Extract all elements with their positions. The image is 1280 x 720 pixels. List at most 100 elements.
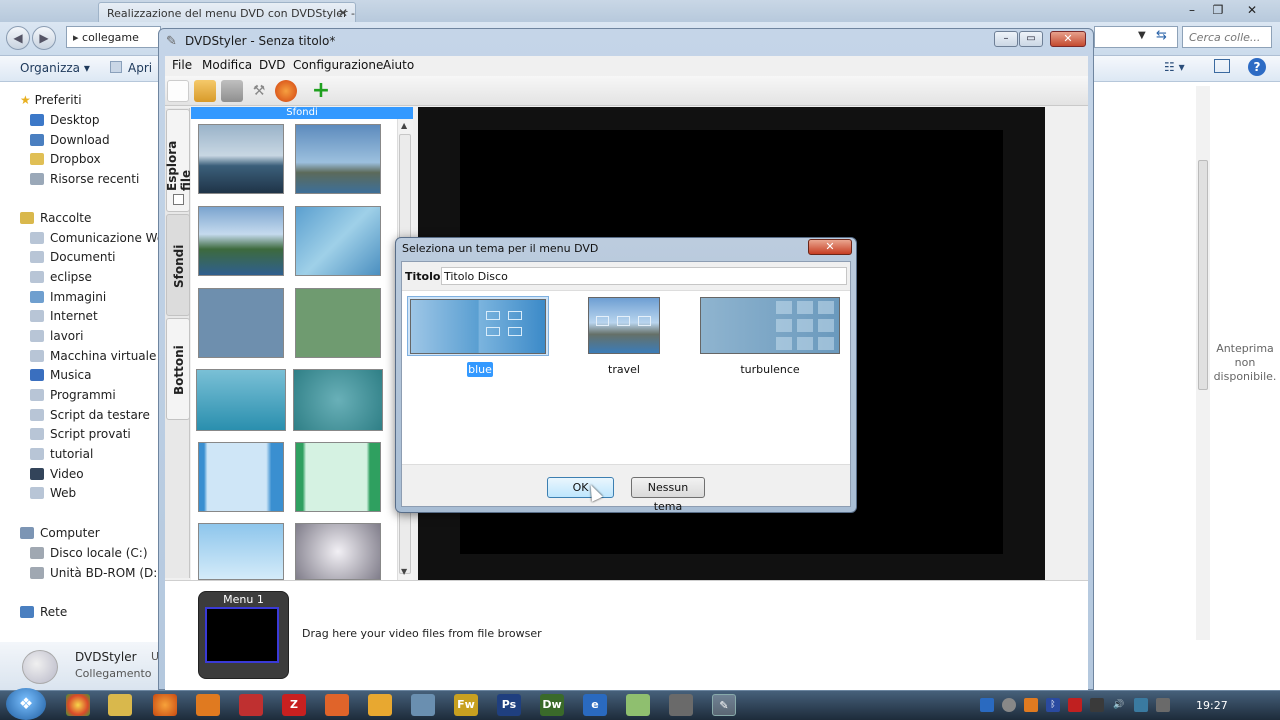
chevron-down-icon[interactable]: ▼ <box>1138 30 1146 41</box>
nav-item-library[interactable]: Script da testare <box>30 406 150 425</box>
background-thumbnail[interactable] <box>295 206 381 276</box>
nav-item-download[interactable]: Download <box>30 131 110 150</box>
nav-item-library[interactable]: Video <box>30 465 84 484</box>
title-input[interactable]: Titolo Disco <box>441 267 847 285</box>
search-input[interactable]: Cerca colle... <box>1182 26 1272 48</box>
add-icon[interactable]: + <box>310 80 332 102</box>
refresh-icon[interactable]: ⇆ <box>1156 28 1167 43</box>
help-icon[interactable]: ? <box>1248 58 1266 76</box>
chrome-icon[interactable] <box>66 694 90 716</box>
bluetooth-icon[interactable]: ᛒ <box>1046 698 1060 712</box>
clock[interactable]: 19:27 <box>1196 699 1228 712</box>
tab-buttons[interactable]: Bottoni <box>166 318 190 420</box>
nav-item-library[interactable]: Musica <box>30 366 92 385</box>
tab-close-icon[interactable]: ✕ <box>338 6 348 20</box>
view-options-icon[interactable]: ☷ ▾ <box>1164 60 1185 74</box>
tray-icon[interactable] <box>980 698 994 712</box>
new-file-icon[interactable] <box>167 80 189 102</box>
nav-item-library[interactable]: Internet <box>30 307 98 326</box>
open-button[interactable]: Apri <box>128 61 152 75</box>
menu-file[interactable]: File <box>172 58 192 72</box>
fireworks-icon[interactable]: Fw <box>454 694 478 716</box>
menu-configuration[interactable]: Configurazione <box>293 58 383 72</box>
app-icon[interactable] <box>368 694 392 716</box>
close-icon[interactable]: ✕ <box>1050 31 1086 47</box>
nav-item-desktop[interactable]: Desktop <box>30 111 100 130</box>
nav-item-library[interactable]: Comunicazione Wel <box>30 229 168 248</box>
tray-icon[interactable] <box>1156 698 1170 712</box>
background-thumbnail[interactable] <box>295 523 381 580</box>
save-icon[interactable] <box>221 80 243 102</box>
explorer-icon[interactable] <box>108 694 132 716</box>
app-icon[interactable] <box>411 694 435 716</box>
background-thumbnail[interactable] <box>198 124 284 194</box>
nav-item-drive[interactable]: Unità BD-ROM (D:) <box>30 564 162 583</box>
browser-tab[interactable]: Realizzazione del menu DVD con DVDStyler… <box>98 2 356 24</box>
maximize-icon[interactable]: ▭ <box>1019 31 1043 47</box>
tray-icon[interactable] <box>1024 698 1038 712</box>
tab-backgrounds[interactable]: Sfondi <box>166 214 190 316</box>
back-icon[interactable]: ◀ <box>6 26 30 50</box>
background-thumbnail[interactable] <box>295 124 381 194</box>
firefox-icon[interactable] <box>153 694 177 716</box>
scroll-up-icon[interactable]: ▲ <box>401 121 407 130</box>
preview-pane-icon[interactable] <box>1214 59 1230 73</box>
photoshop-icon[interactable]: Ps <box>497 694 521 716</box>
nav-item-dropbox[interactable]: Dropbox <box>30 150 101 169</box>
nav-item-recent[interactable]: Risorse recenti <box>30 170 139 189</box>
volume-icon[interactable]: 🔊 <box>1112 698 1126 712</box>
nav-network-head[interactable]: Rete <box>20 603 67 622</box>
background-thumbnail[interactable] <box>295 288 381 358</box>
tray-icon[interactable] <box>1068 698 1082 712</box>
tab-file-browser[interactable]: Esplora file <box>165 109 193 212</box>
tray-icon[interactable] <box>1002 698 1016 712</box>
address-field[interactable]: ▸ collegame <box>66 26 161 48</box>
app-icon[interactable] <box>669 694 693 716</box>
explorer-scroll-thumb[interactable] <box>1198 160 1208 390</box>
forward-icon[interactable]: ▶ <box>32 26 56 50</box>
app-icon[interactable] <box>196 694 220 716</box>
network-tray-icon[interactable] <box>1134 698 1148 712</box>
nav-libraries-head[interactable]: Raccolte <box>20 209 91 228</box>
minimize-icon[interactable]: – <box>1180 2 1204 18</box>
dreamweaver-icon[interactable]: Dw <box>540 694 564 716</box>
open-folder-icon[interactable] <box>194 80 216 102</box>
close-icon[interactable]: ✕ <box>1240 2 1264 18</box>
menu-dvd[interactable]: DVD <box>259 58 285 72</box>
ok-button[interactable]: OK <box>547 477 614 498</box>
settings-icon[interactable]: ⚒ <box>248 80 270 102</box>
background-thumbnail[interactable] <box>295 442 381 512</box>
organize-button[interactable]: Organizza ▾ <box>20 61 90 75</box>
nav-item-library[interactable]: Macchina virtuale <box>30 347 156 366</box>
nav-item-library[interactable]: eclipse <box>30 268 92 287</box>
app-icon[interactable] <box>325 694 349 716</box>
nav-computer-head[interactable]: Computer <box>20 524 100 543</box>
ie-icon[interactable]: e <box>583 694 607 716</box>
nav-item-library[interactable]: Programmi <box>30 386 116 405</box>
nav-item-drive[interactable]: Disco locale (C:) <box>30 544 148 563</box>
background-thumbnail[interactable] <box>198 523 284 580</box>
start-button-icon[interactable]: ❖ <box>6 688 46 720</box>
dvdstyler-taskbar-icon[interactable]: ✎ <box>712 694 736 716</box>
menu-edit[interactable]: Modifica <box>202 58 252 72</box>
background-thumbnail[interactable] <box>198 442 284 512</box>
burn-icon[interactable] <box>275 80 297 102</box>
filezilla-icon[interactable]: Z <box>282 694 306 716</box>
scroll-down-icon[interactable]: ▼ <box>401 567 407 576</box>
menu-help[interactable]: Aiuto <box>383 58 414 72</box>
nav-item-library[interactable]: Documenti <box>30 248 116 267</box>
app-icon[interactable] <box>626 694 650 716</box>
background-thumbnail[interactable] <box>293 369 383 431</box>
nav-favorites-head[interactable]: ★ Preferiti <box>20 91 82 110</box>
maximize-icon[interactable]: ❐ <box>1206 2 1230 18</box>
nav-item-library[interactable]: Web <box>30 484 76 503</box>
no-theme-button[interactable]: Nessun tema <box>631 477 705 513</box>
tray-icon[interactable] <box>1090 698 1104 712</box>
nav-item-library[interactable]: tutorial <box>30 445 93 464</box>
background-thumbnail[interactable] <box>198 288 284 358</box>
close-icon[interactable]: ✕ <box>808 239 852 255</box>
minimize-icon[interactable]: – <box>994 31 1018 47</box>
background-thumbnail[interactable] <box>198 206 284 276</box>
nav-item-library[interactable]: Immagini <box>30 288 106 307</box>
background-thumbnail[interactable] <box>196 369 286 431</box>
